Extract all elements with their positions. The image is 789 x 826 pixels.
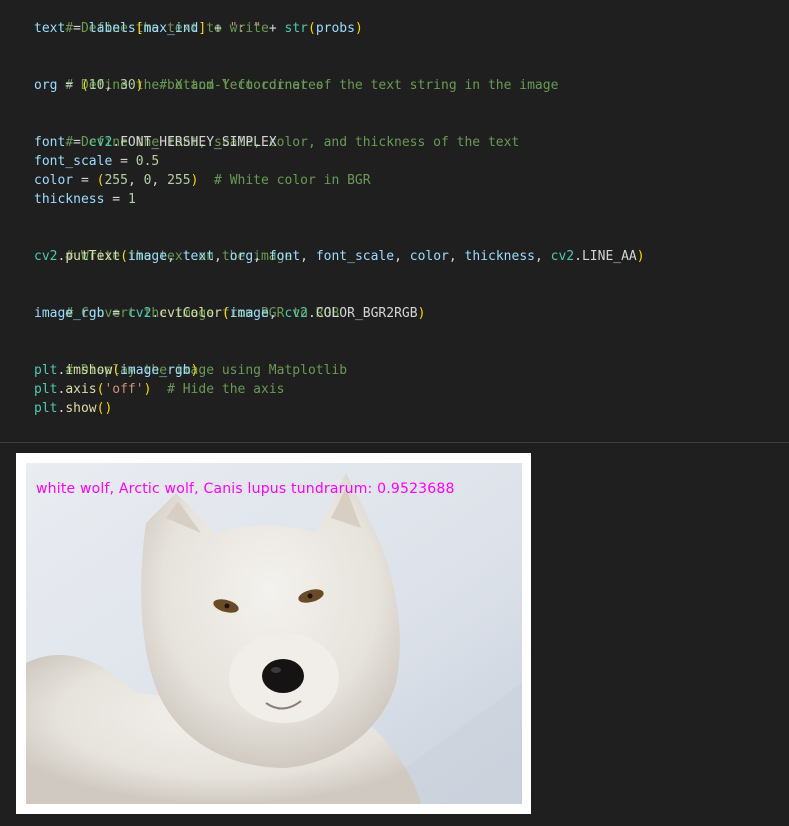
code-token: labels	[88, 21, 136, 36]
code-line: image_rgb = cv2.cvtColor(image, cv2.COLO…	[34, 306, 426, 321]
wolf-photo	[26, 463, 522, 804]
code-token: show	[65, 401, 97, 416]
prediction-overlay-text: white wolf, Arctic wolf, Canis lupus tun…	[36, 481, 455, 497]
code-line: cv2.putText(image, text, org, font, font…	[34, 249, 645, 264]
code-token: 255	[167, 173, 191, 188]
code-comment: # X and Y coordinates	[159, 78, 324, 93]
code-token: cv2	[88, 135, 113, 150]
output-figure: white wolf, Arctic wolf, Canis lupus tun…	[16, 453, 531, 814]
code-token: ": "	[229, 21, 262, 36]
code-token: cvtColor	[159, 306, 222, 321]
code-token: thickness	[464, 249, 535, 264]
code-line: text = labels[max_ind] + ": " + str(prob…	[34, 21, 363, 36]
code-token: 255	[104, 173, 128, 188]
code-line: # Define the bottom-left corner of the t…	[34, 57, 558, 93]
code-line: font = cv2.FONT_HERSHEY_SIMPLEX	[34, 135, 277, 150]
code-token: 0.5	[135, 154, 160, 169]
code-line: plt.imshow(image_rgb)	[34, 363, 199, 378]
code-token: color	[34, 173, 74, 188]
code-token: image_rgb	[34, 306, 105, 321]
code-line: # Display the image using Matplotlib	[34, 342, 347, 378]
code-token: font	[34, 135, 66, 150]
code-line: # Convert the image from BGR to RGB	[34, 285, 339, 321]
code-token: font	[268, 249, 301, 264]
code-token: cv2	[284, 306, 308, 321]
code-token: max_ind	[143, 21, 199, 36]
code-token: cv2	[550, 249, 575, 264]
code-cell[interactable]: # Define the text to write text = labels…	[0, 0, 789, 442]
code-token: imshow	[65, 363, 113, 378]
code-token: 30	[120, 78, 136, 93]
code-comment: # Hide the axis	[167, 382, 285, 397]
wolf-image: white wolf, Arctic wolf, Canis lupus tun…	[26, 463, 522, 804]
code-token: probs	[315, 21, 355, 36]
code-token: image	[229, 306, 269, 321]
code-token: text	[182, 249, 215, 264]
code-token: 1	[127, 192, 136, 207]
code-token: 10	[88, 78, 105, 93]
code-token: FONT_HERSHEY_SIMPLEX	[120, 135, 277, 150]
code-line: # Write the text on the image	[34, 228, 292, 264]
code-token: plt	[34, 382, 58, 397]
code-token: LINE_AA	[581, 249, 637, 264]
code-token: putText	[65, 249, 121, 264]
code-line: plt.show()	[34, 401, 113, 416]
code-token: org	[229, 249, 254, 264]
code-token: plt	[34, 401, 58, 416]
code-token: font_scale	[315, 249, 395, 264]
code-line: plt.axis('off') # Hide the axis	[34, 382, 285, 397]
code-line: font_scale = 0.5	[34, 154, 160, 169]
code-token: 'off'	[104, 382, 144, 397]
code-line: thickness = 1	[34, 192, 136, 207]
code-token: plt	[34, 363, 58, 378]
code-line: # Define the font, scale, color, and thi…	[34, 114, 519, 150]
code-token: font_scale	[34, 154, 113, 169]
code-token: text	[34, 21, 66, 36]
code-token: cv2	[127, 306, 152, 321]
code-token: COLOR_BGR2RGB	[315, 306, 418, 321]
cell-output: white wolf, Arctic wolf, Canis lupus tun…	[0, 443, 789, 826]
code-token: image	[127, 249, 168, 264]
code-line: org = (10, 30) # X and Y coordinates	[34, 78, 324, 93]
code-comment: # White color in BGR	[214, 173, 371, 188]
code-token: org	[34, 78, 58, 93]
code-token: cv2	[34, 249, 58, 264]
code-line: color = (255, 0, 255) # White color in B…	[34, 173, 371, 188]
code-token: image_rgb	[120, 363, 191, 378]
code-token: thickness	[34, 192, 105, 207]
code-token: color	[409, 249, 449, 264]
code-token: axis	[65, 382, 97, 397]
code-line: # Define the text to write	[34, 0, 269, 36]
code-token: str	[284, 21, 308, 36]
